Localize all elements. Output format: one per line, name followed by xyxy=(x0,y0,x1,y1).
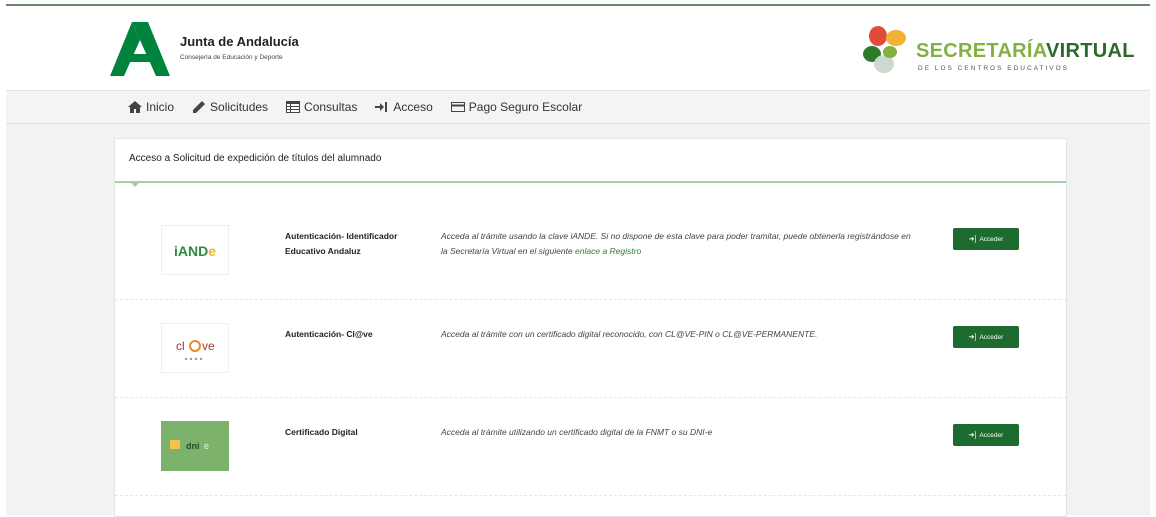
acceder-button[interactable]: ➜] Acceder xyxy=(953,228,1019,250)
card-title: Acceso a Solicitud de expedición de títu… xyxy=(129,153,382,164)
dnie-card-icon: dni e xyxy=(162,422,228,470)
nav-item-pago-seguro-escolar[interactable]: Pago Seguro Escolar xyxy=(450,100,583,114)
svg-text:cl: cl xyxy=(176,339,185,353)
nav-item-label: Acceso xyxy=(393,100,433,114)
registro-link[interactable]: enlace a Registro xyxy=(575,246,641,256)
portal-title-light: SECRETARÍA xyxy=(916,40,1047,62)
card-header-notch xyxy=(129,181,141,187)
clave-logo: cl ve xyxy=(161,323,229,373)
auth-method-row: cl ve Autenticación- Cl@ve Acceda al trá… xyxy=(115,299,1066,398)
portal-title: SECRETARÍAVIRTUAL xyxy=(916,40,1135,63)
method-name: Autenticación- Cl@ve xyxy=(285,329,373,339)
svg-text:ve: ve xyxy=(202,339,215,353)
card-header: Acceso a Solicitud de expedición de títu… xyxy=(115,139,1066,183)
nav-item-label: Pago Seguro Escolar xyxy=(468,100,583,114)
method-description: Acceda al trámite utilizando un certific… xyxy=(441,427,713,437)
credit-card-icon xyxy=(450,102,465,112)
portal-subtitle: DE LOS CENTROS EDUCATIVOS xyxy=(918,65,1070,72)
site-header: Junta de Andalucía Consejería de Educaci… xyxy=(6,6,1150,90)
method-description-text: Acceda al trámite usando la clave iANDE.… xyxy=(441,231,911,256)
nav-item-label: Solicitudes xyxy=(210,100,269,114)
svg-text:iANDe: iANDe xyxy=(174,243,216,259)
sign-in-icon xyxy=(375,102,388,112)
sign-in-icon: ➜] xyxy=(968,334,977,341)
pencil-icon xyxy=(193,101,206,113)
method-name: Autenticación- Identificador Educativo A… xyxy=(285,231,398,256)
acceder-button-label: Acceder xyxy=(979,431,1004,439)
junta-andalucia-logo[interactable]: Junta de Andalucía Consejería de Educaci… xyxy=(110,20,330,78)
page-frame: Junta de Andalucía Consejería de Educaci… xyxy=(6,4,1150,517)
home-icon xyxy=(128,101,142,113)
secretaria-virtual-icon xyxy=(863,26,906,73)
nav-item-label: Inicio xyxy=(146,100,175,114)
sign-in-icon: ➜] xyxy=(968,236,977,243)
andalucia-logo-icon xyxy=(110,22,170,76)
method-description: Acceda al trámite con un certificado dig… xyxy=(441,329,818,339)
svg-text:e: e xyxy=(204,441,209,451)
nav-item-inicio[interactable]: Inicio xyxy=(128,100,174,114)
nav-item-acceso[interactable]: Acceso xyxy=(375,100,433,114)
table-icon xyxy=(286,101,301,113)
secretaria-virtual-logo[interactable]: SECRETARÍAVIRTUAL DE LOS CENTROS EDUCATI… xyxy=(862,24,1135,84)
iande-logo: iANDe xyxy=(161,225,229,275)
iande-logo-icon: iANDe xyxy=(174,243,216,259)
clave-logo-icon: cl ve xyxy=(176,339,215,361)
main-nav: Inicio Solicitudes Consultas Acceso Pago… xyxy=(6,90,1150,124)
acceder-button[interactable]: ➜] Acceder xyxy=(953,424,1019,446)
portal-title-strong: VIRTUAL xyxy=(1046,40,1135,62)
org-subtitle: Consejería de Educación y Deporte xyxy=(180,54,283,61)
dnie-logo: dni e xyxy=(161,421,229,471)
nav-item-solicitudes[interactable]: Solicitudes xyxy=(192,100,268,114)
auth-method-row: dni e Certificado Digital Acceda al trám… xyxy=(115,397,1066,496)
method-description: Acceda al trámite usando la clave iANDE.… xyxy=(441,229,911,259)
acceder-button-label: Acceder xyxy=(979,235,1004,243)
access-card: Acceso a Solicitud de expedición de títu… xyxy=(114,138,1067,517)
org-name: Junta de Andalucía xyxy=(180,34,299,49)
nav-item-consultas[interactable]: Consultas xyxy=(286,100,357,114)
svg-text:dni: dni xyxy=(186,441,200,451)
acceder-button-label: Acceder xyxy=(979,333,1004,341)
nav-item-label: Consultas xyxy=(304,100,358,114)
acceder-button[interactable]: ➜] Acceder xyxy=(953,326,1019,348)
auth-method-row: iANDe Autenticación- Identificador Educa… xyxy=(115,201,1066,300)
method-name: Certificado Digital xyxy=(285,427,358,437)
sign-in-icon: ➜] xyxy=(968,432,977,439)
